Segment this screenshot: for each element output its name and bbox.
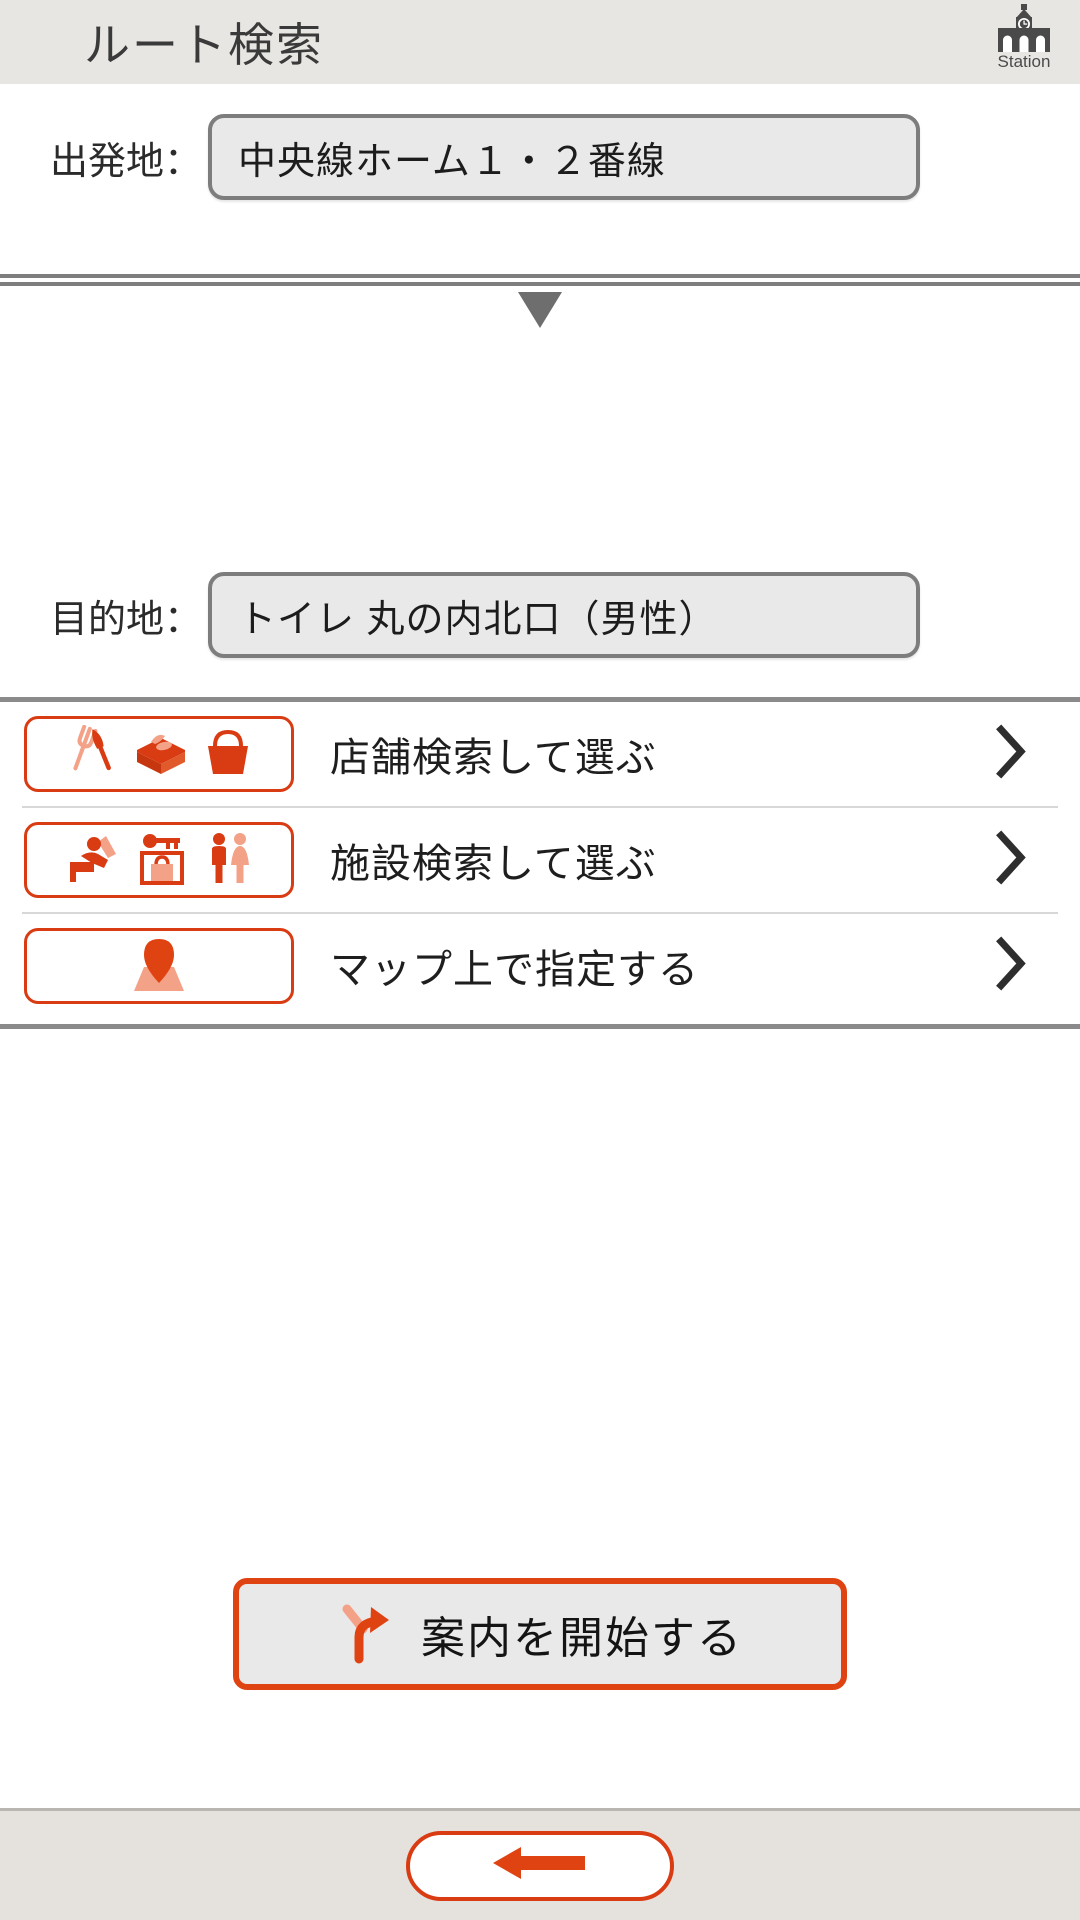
map-pin-icon: [104, 933, 214, 1000]
option-label-map-select: マップ上で指定する: [330, 948, 699, 992]
station-building-icon: [992, 4, 1056, 52]
bottom-bar: [0, 1808, 1080, 1920]
app-header: ルート検索 Station: [0, 0, 1080, 84]
option-row-map-select[interactable]: マップ上で指定する: [0, 914, 1080, 1018]
destination-input[interactable]: トイレ 丸の内北口（男性）: [208, 572, 920, 658]
origin-input[interactable]: 中央線ホーム１・２番線: [208, 114, 920, 200]
map-select-icon: [24, 928, 294, 1004]
shop-search-icon: [24, 716, 294, 792]
chevron-right-icon: [994, 830, 1028, 890]
lounge-seat-icon: [64, 832, 120, 889]
facility-search-icon: [24, 822, 294, 898]
station-badge-label: Station: [997, 52, 1051, 71]
back-button[interactable]: [406, 1830, 674, 1901]
start-guidance-label: 案内を開始する: [421, 1614, 743, 1663]
option-row-shop-search[interactable]: 店舗検索して選ぶ: [0, 702, 1080, 806]
page-title: ルート検索: [84, 19, 324, 71]
origin-value: 中央線ホーム１・２番線: [238, 140, 666, 183]
bento-box-icon: [133, 728, 189, 781]
route-turn-arrow-icon: [337, 1599, 395, 1670]
start-guidance-button[interactable]: 案内を開始する: [233, 1578, 847, 1690]
cutlery-icon: [65, 724, 119, 784]
station-badge: Station: [986, 4, 1062, 76]
option-label-facility-search: 施設検索して選ぶ: [330, 842, 657, 886]
coin-locker-icon: [134, 831, 190, 890]
origin-label: 出発地：: [49, 140, 202, 183]
divider-line-bottom: [0, 282, 1080, 286]
destination-field-row: 目的地： トイレ 丸の内北口（男性）: [0, 572, 1080, 658]
route-search-screen: ルート検索 Station 出発地： 中央線ホーム１・２番線 目的地： トイレ …: [0, 0, 1080, 1920]
chevron-right-icon: [994, 724, 1028, 784]
down-triangle-icon: [518, 292, 562, 328]
destination-label: 目的地：: [49, 598, 202, 641]
section-divider-double: [0, 274, 1080, 286]
shopping-basket-icon: [203, 726, 253, 783]
chevron-right-icon: [994, 936, 1028, 996]
option-row-facility-search[interactable]: 施設検索して選ぶ: [0, 808, 1080, 912]
restroom-icon: [204, 831, 254, 890]
arrow-left-icon: [485, 1841, 595, 1890]
option-label-shop-search: 店舗検索して選ぶ: [330, 736, 657, 780]
divider-line-top: [0, 274, 1080, 278]
destination-value: トイレ 丸の内北口（男性）: [238, 598, 718, 641]
option-list-bottom-rule: [0, 1024, 1080, 1029]
origin-field-row: 出発地： 中央線ホーム１・２番線: [0, 114, 1080, 200]
